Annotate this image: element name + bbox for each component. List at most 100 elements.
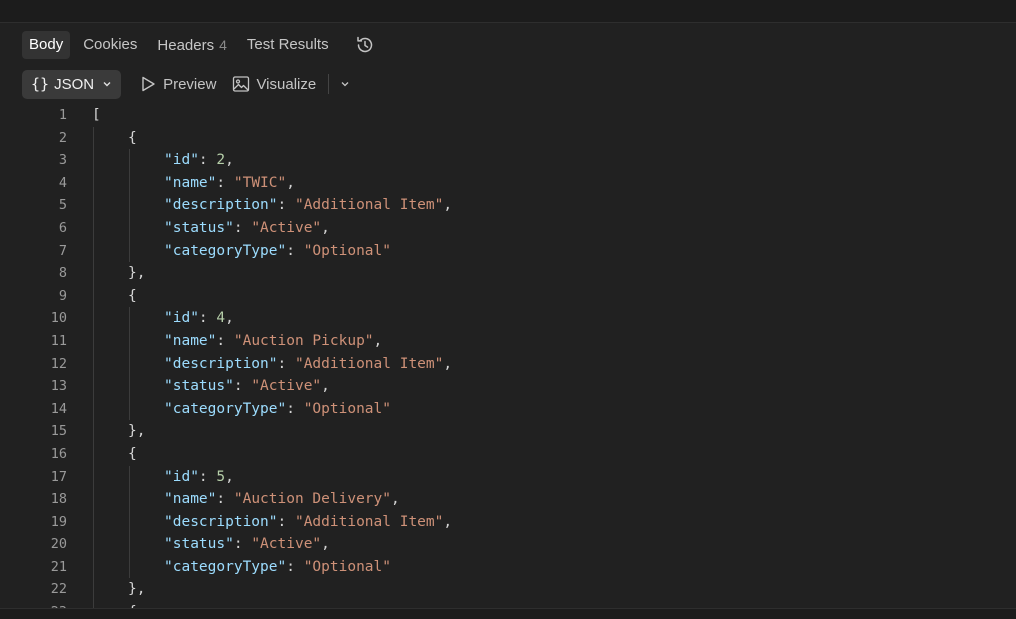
chevron-down-icon: [341, 82, 349, 87]
indent-guide: [129, 488, 130, 511]
json-key: "name": [164, 174, 217, 191]
line-number: 5: [58, 197, 67, 214]
tab-headers-label: Headers: [157, 37, 215, 54]
play-icon: [142, 76, 155, 92]
code-line: 3 "id": 2,: [0, 149, 1016, 172]
json-value: "Additional Item": [294, 355, 444, 372]
code-line: 15},: [0, 420, 1016, 443]
json-key: "id": [164, 468, 199, 485]
indent-guide: [93, 284, 94, 308]
code-text: {: [128, 601, 137, 608]
indent-guide: [129, 149, 130, 172]
indent-guide: [129, 375, 130, 398]
indent-guide: [93, 555, 94, 579]
tab-cookies[interactable]: Cookies: [76, 31, 144, 59]
indent-guide: [93, 578, 94, 602]
code-text: "status": "Active",: [164, 219, 330, 236]
line-number: 15: [50, 423, 67, 440]
indent-guide: [93, 329, 94, 353]
json-key: "status": [164, 536, 234, 553]
indent-guide: [93, 510, 94, 534]
code-text: "status": "Active",: [164, 536, 330, 553]
json-value: "Active": [251, 219, 322, 236]
indent-guide: [93, 442, 94, 466]
history-icon[interactable]: [354, 34, 376, 56]
json-value: 5: [216, 468, 226, 485]
code-text: "status": "Active",: [164, 378, 330, 395]
code-line: 23 {: [0, 601, 1016, 608]
json-value: "TWIC": [233, 174, 287, 191]
preview-button[interactable]: Preview: [131, 70, 224, 99]
tab-test-results-label: Test Results: [246, 36, 329, 53]
line-number: 10: [50, 310, 67, 327]
code-line: 7 "categoryType": "Optional": [0, 239, 1016, 263]
code-text: "description": "Additional Item",: [164, 355, 453, 372]
tab-body[interactable]: Body: [22, 31, 71, 59]
code-line: 21 "categoryType": "Optional": [0, 555, 1016, 579]
response-toolbar: {} JSON Preview Visualize: [22, 69, 357, 99]
code-line: 13 "status": "Active",: [0, 375, 1016, 398]
indent-guide: [93, 352, 94, 376]
line-number: 17: [50, 468, 67, 485]
tab-headers[interactable]: Headers 4: [150, 31, 234, 59]
indent-guide: [129, 397, 130, 421]
line-number: 9: [58, 287, 67, 304]
code-line: 10 "id": 4,: [0, 307, 1016, 330]
indent-guide: [129, 555, 130, 579]
code-line: 8},: [0, 262, 1016, 285]
indent-guide: [129, 307, 130, 330]
line-number: 14: [50, 400, 67, 417]
indent-guide: [129, 510, 130, 534]
bottom-bar: [0, 608, 1016, 619]
code-text: "name": "TWIC",: [164, 174, 295, 191]
visualize-label: Visualize: [256, 75, 317, 93]
code-text: [: [92, 104, 101, 127]
chevron-down-icon: [103, 82, 111, 87]
code-text: "name": "Auction Pickup",: [164, 332, 383, 349]
json-key: "name": [164, 491, 217, 508]
json-punctuation: {: [128, 129, 137, 146]
code-line: 9{: [0, 284, 1016, 308]
code-text: {: [128, 127, 137, 150]
indent-guide: [93, 375, 94, 398]
json-value: "Active": [251, 536, 322, 553]
indent-guide: [129, 352, 130, 376]
toolbar-divider: [328, 74, 330, 94]
json-value: "Optional": [303, 400, 391, 417]
json-key: "categoryType": [164, 558, 287, 575]
indent-guide: [129, 194, 130, 217]
line-number: 20: [50, 536, 67, 553]
code-text: },: [128, 262, 145, 285]
code-text: "id": 4,: [164, 310, 234, 327]
json-punctuation: {: [128, 287, 137, 304]
json-key: "categoryType": [164, 400, 287, 417]
code-line: 19 "description": "Additional Item",: [0, 510, 1016, 534]
indent-guide: [93, 465, 94, 489]
code-line: 22},: [0, 578, 1016, 602]
format-dropdown[interactable]: {} JSON: [22, 69, 122, 99]
line-number: 2: [58, 129, 67, 146]
visualize-options-dropdown[interactable]: [333, 70, 357, 99]
json-punctuation: },: [128, 265, 146, 282]
json-value: "Active": [251, 378, 322, 395]
indent-guide: [129, 465, 130, 489]
indent-guide: [93, 397, 94, 421]
json-key: "description": [164, 513, 278, 530]
json-key: "id": [164, 310, 199, 327]
indent-guide: [129, 171, 130, 195]
code-line: 4 "name": "TWIC",: [0, 171, 1016, 195]
code-text: {: [128, 443, 137, 466]
tab-test-results[interactable]: Test Results: [240, 31, 336, 59]
visualize-button[interactable]: Visualize: [224, 70, 324, 99]
json-response-editor[interactable]: 1[2{3 "id": 2, 4 "name": "TWIC", 5 "descripti…: [0, 104, 1016, 608]
line-number: 18: [50, 491, 67, 508]
top-bar: [0, 0, 1016, 23]
line-number: 12: [50, 355, 67, 372]
code-line: 6 "status": "Active",: [0, 216, 1016, 240]
json-key: "status": [164, 378, 234, 395]
indent-guide: [93, 216, 94, 240]
code-text: {: [128, 285, 137, 308]
line-number: 23: [0, 601, 67, 608]
braces-icon: {}: [31, 75, 50, 93]
indent-guide: [129, 216, 130, 240]
